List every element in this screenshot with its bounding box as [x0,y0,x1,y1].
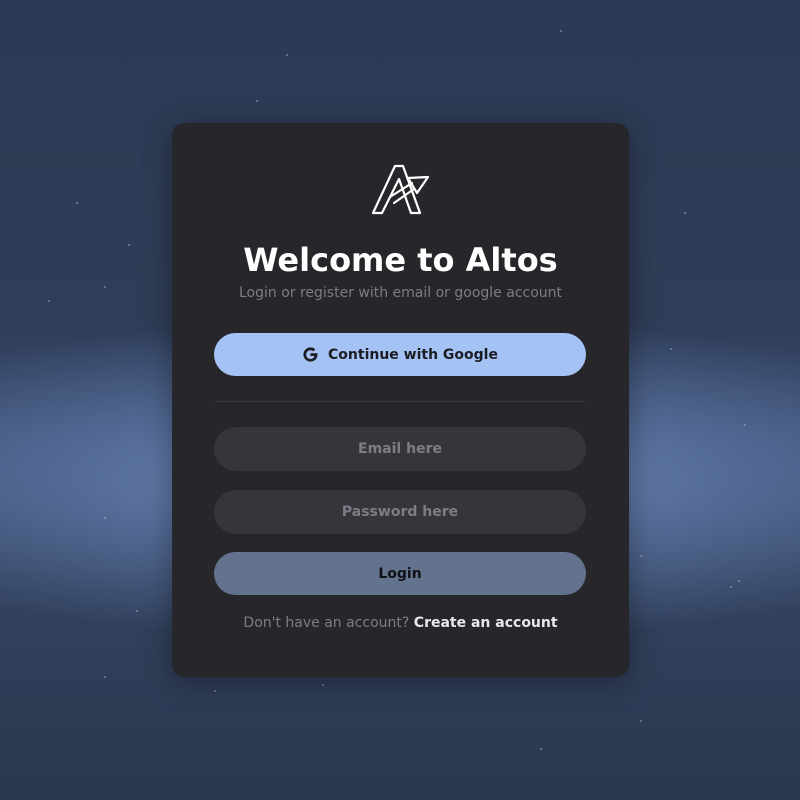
login-card: Welcome to Altos Login or register with … [172,123,629,677]
star [256,100,258,102]
star [640,720,642,722]
continue-with-google-label: Continue with Google [328,346,498,363]
star [322,684,324,686]
star [128,244,130,246]
star [640,555,642,557]
continue-with-google-button[interactable]: Continue with Google [214,333,586,376]
star [560,30,562,32]
password-field[interactable] [214,490,586,534]
signup-prompt-text: Don't have an account? [243,615,410,631]
star [670,348,672,350]
signup-prompt: Don't have an account? Create an account [172,615,629,631]
login-button[interactable]: Login [214,552,586,595]
star [76,202,78,204]
create-account-link[interactable]: Create an account [414,615,558,631]
star [214,690,216,692]
star [104,286,106,288]
star [684,212,686,214]
star [540,748,542,750]
star [286,54,288,56]
altos-logo-icon [371,164,430,215]
star [136,610,138,612]
email-field[interactable] [214,427,586,471]
page-title: Welcome to Altos [243,241,558,279]
star [738,580,740,582]
star [730,586,732,588]
google-g-icon [303,347,318,362]
star [104,676,106,678]
star [48,300,50,302]
page-subtitle: Login or register with email or google a… [238,285,563,301]
star [744,424,746,426]
star [104,517,106,519]
divider [214,401,586,402]
